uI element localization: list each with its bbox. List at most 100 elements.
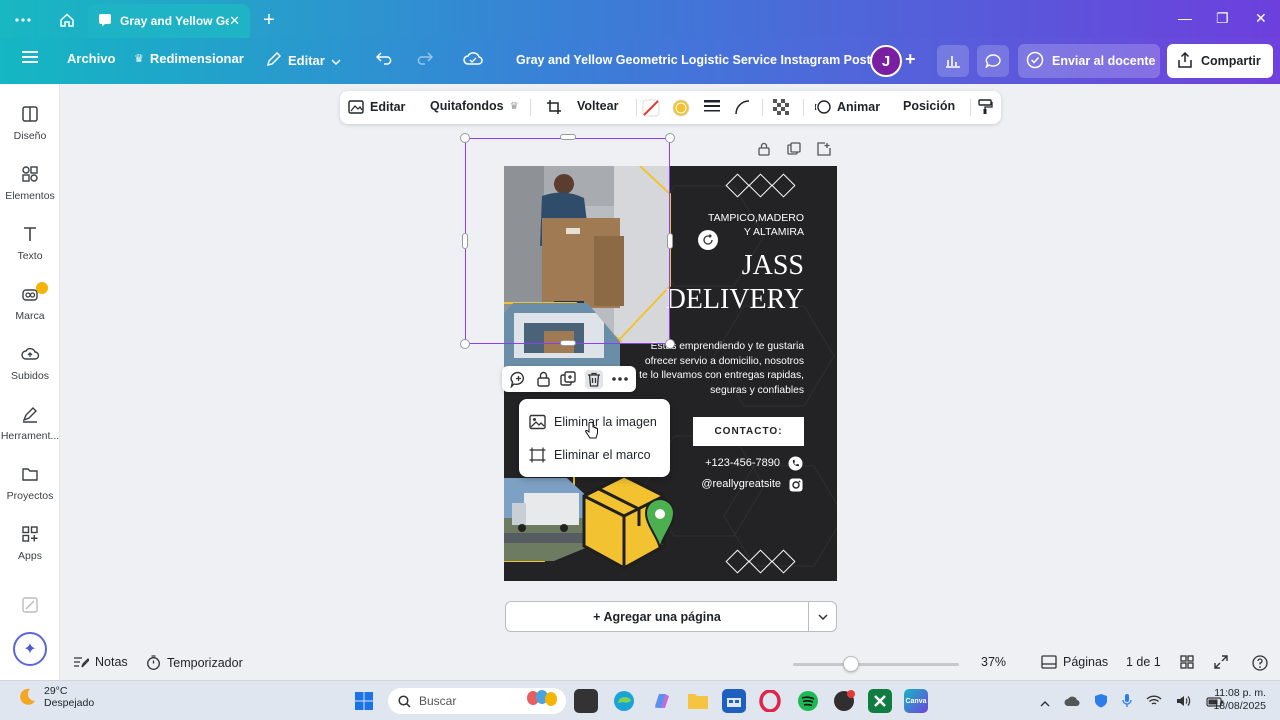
grid-view-icon[interactable] [1180,655,1194,669]
contact-label[interactable]: CONTACTO: [693,417,804,446]
resize-handle-top[interactable] [560,134,576,140]
share-button[interactable]: Compartir [1167,44,1273,78]
sidebar-item-text[interactable]: Texto [0,224,60,280]
insights-icon[interactable] [937,45,969,77]
resize-handle-top-right[interactable] [665,133,675,143]
duplicate-page-icon[interactable] [787,142,801,161]
opera-icon[interactable] [758,689,782,713]
corner-rounding-icon[interactable] [734,99,750,115]
help-icon[interactable] [1252,655,1268,671]
sidebar-item-projects[interactable]: Proyectos [0,464,60,520]
resize-handle-left[interactable] [462,233,468,249]
sidebar-item-uploads[interactable]: Subidos [0,344,60,400]
magic-write-icon[interactable] [21,596,39,619]
spotify-icon[interactable] [796,689,820,713]
sidebar-item-tools[interactable]: Herrament... [0,404,60,460]
taskbar-search[interactable]: Buscar [388,688,566,714]
redo-icon[interactable] [415,51,433,65]
zoom-slider-handle[interactable] [843,656,859,672]
description-text[interactable]: Estas emprendiendo y te gustaria ofrecer… [634,340,804,398]
flip-button[interactable]: Voltear [577,99,618,113]
undo-icon[interactable] [376,51,394,65]
restore-icon[interactable]: ❐ [1216,10,1229,27]
minimize-icon[interactable]: — [1178,10,1192,26]
microphone-icon[interactable] [1122,693,1132,713]
resize-button[interactable]: ♛ Redimensionar [134,51,244,66]
close-window-icon[interactable]: ✕ [1255,10,1267,27]
lock-icon[interactable] [757,142,771,161]
notes-button[interactable]: Notas [73,655,128,669]
bg-remover-button[interactable]: Quitafondos ♛ [430,99,519,113]
document-title[interactable]: Gray and Yellow Geometric Logistic Servi… [516,53,871,67]
close-tab-icon[interactable]: ✕ [229,13,240,29]
fullscreen-icon[interactable] [1214,655,1228,669]
transparency-icon[interactable] [773,99,789,115]
cloud-save-icon[interactable] [463,51,483,65]
sidebar-item-design[interactable]: Diseño [0,104,60,160]
windows-start-icon[interactable] [352,689,376,713]
menu-item-remove-frame[interactable]: Eliminar el marco [529,444,651,466]
resize-handle-top-left[interactable] [460,133,470,143]
sidebar-item-apps[interactable]: Apps [0,524,60,580]
brand-name-line1[interactable]: JASS [654,250,804,282]
menu-icon[interactable] [22,50,38,64]
send-to-teacher-button[interactable]: Enviar al docente [1018,44,1160,78]
canva-app-icon[interactable]: Canva [904,689,928,713]
add-page-button[interactable]: + Agregar una página [505,601,809,632]
add-comment-icon[interactable] [510,371,527,388]
package-location-icon[interactable] [574,471,674,576]
timer-button[interactable]: Temporizador [146,655,243,670]
avatar[interactable]: J [870,45,902,77]
volume-icon[interactable] [1176,694,1192,712]
resize-handle-bottom[interactable] [560,340,576,346]
edit-image-button[interactable]: Editar [348,99,405,115]
lock-element-icon[interactable] [536,371,551,387]
copy-style-icon[interactable] [977,99,993,115]
magic-assistant-icon[interactable]: ✦ [13,632,47,666]
border-style-icon[interactable] [704,99,720,113]
sidebar-item-brand[interactable]: Marca [0,282,60,340]
wifi-icon[interactable] [1146,694,1162,712]
resize-handle-bottom-right[interactable] [665,339,675,349]
chevron-up-icon[interactable] [1040,694,1050,712]
home-icon[interactable] [56,9,78,31]
add-collaborator-icon[interactable]: + [905,49,916,70]
file-explorer-icon[interactable] [686,689,710,713]
more-options-icon[interactable] [611,377,628,381]
resize-handle-right[interactable] [667,233,673,249]
resize-handle-bottom-left[interactable] [460,339,470,349]
border-color-icon[interactable] [642,99,660,117]
location-text[interactable]: TAMPICO,MADERO Y ALTAMIRA [674,211,804,239]
store-icon[interactable] [722,689,746,713]
crop-icon[interactable] [546,99,562,115]
phone-text[interactable]: +123-456-7890 [674,457,780,469]
system-clock[interactable]: 11:08 p. m. 18/08/2025 [1212,687,1266,713]
shield-icon[interactable] [1094,693,1108,713]
active-browser-tab[interactable]: Gray and Yellow Ge... ✕ [88,4,250,38]
social-handle-text[interactable]: @reallygreatsite [674,478,781,490]
comment-icon[interactable] [977,45,1009,77]
excel-icon[interactable] [868,689,892,713]
animate-button[interactable]: Animar [815,99,880,115]
task-view-icon[interactable] [574,689,598,713]
position-button[interactable]: Posición [903,99,955,113]
delete-trash-icon[interactable] [584,369,603,389]
pages-button[interactable]: Páginas [1041,655,1108,669]
new-tab-button[interactable]: + [258,9,280,31]
edit-mode-button[interactable]: Editar [266,51,341,70]
more-options-icon[interactable] [12,9,34,31]
selection-frame[interactable] [465,138,670,344]
edge-browser-icon[interactable] [612,689,636,713]
zoom-slider-track[interactable] [793,663,959,666]
obs-icon[interactable] [832,689,856,713]
add-page-options-icon[interactable] [808,601,837,632]
duplicate-element-icon[interactable] [560,371,576,387]
zoom-level[interactable]: 37% [981,655,1006,669]
brand-name-line2[interactable]: DELIVERY [654,284,804,316]
cloud-sync-icon[interactable] [1064,694,1080,712]
add-page-icon[interactable] [817,142,831,161]
sidebar-item-elements[interactable]: Elementos [0,164,60,220]
weather-widget[interactable]: 29°C Despejado [16,685,94,709]
rotate-icon[interactable] [698,230,718,250]
copilot-icon[interactable] [650,689,674,713]
